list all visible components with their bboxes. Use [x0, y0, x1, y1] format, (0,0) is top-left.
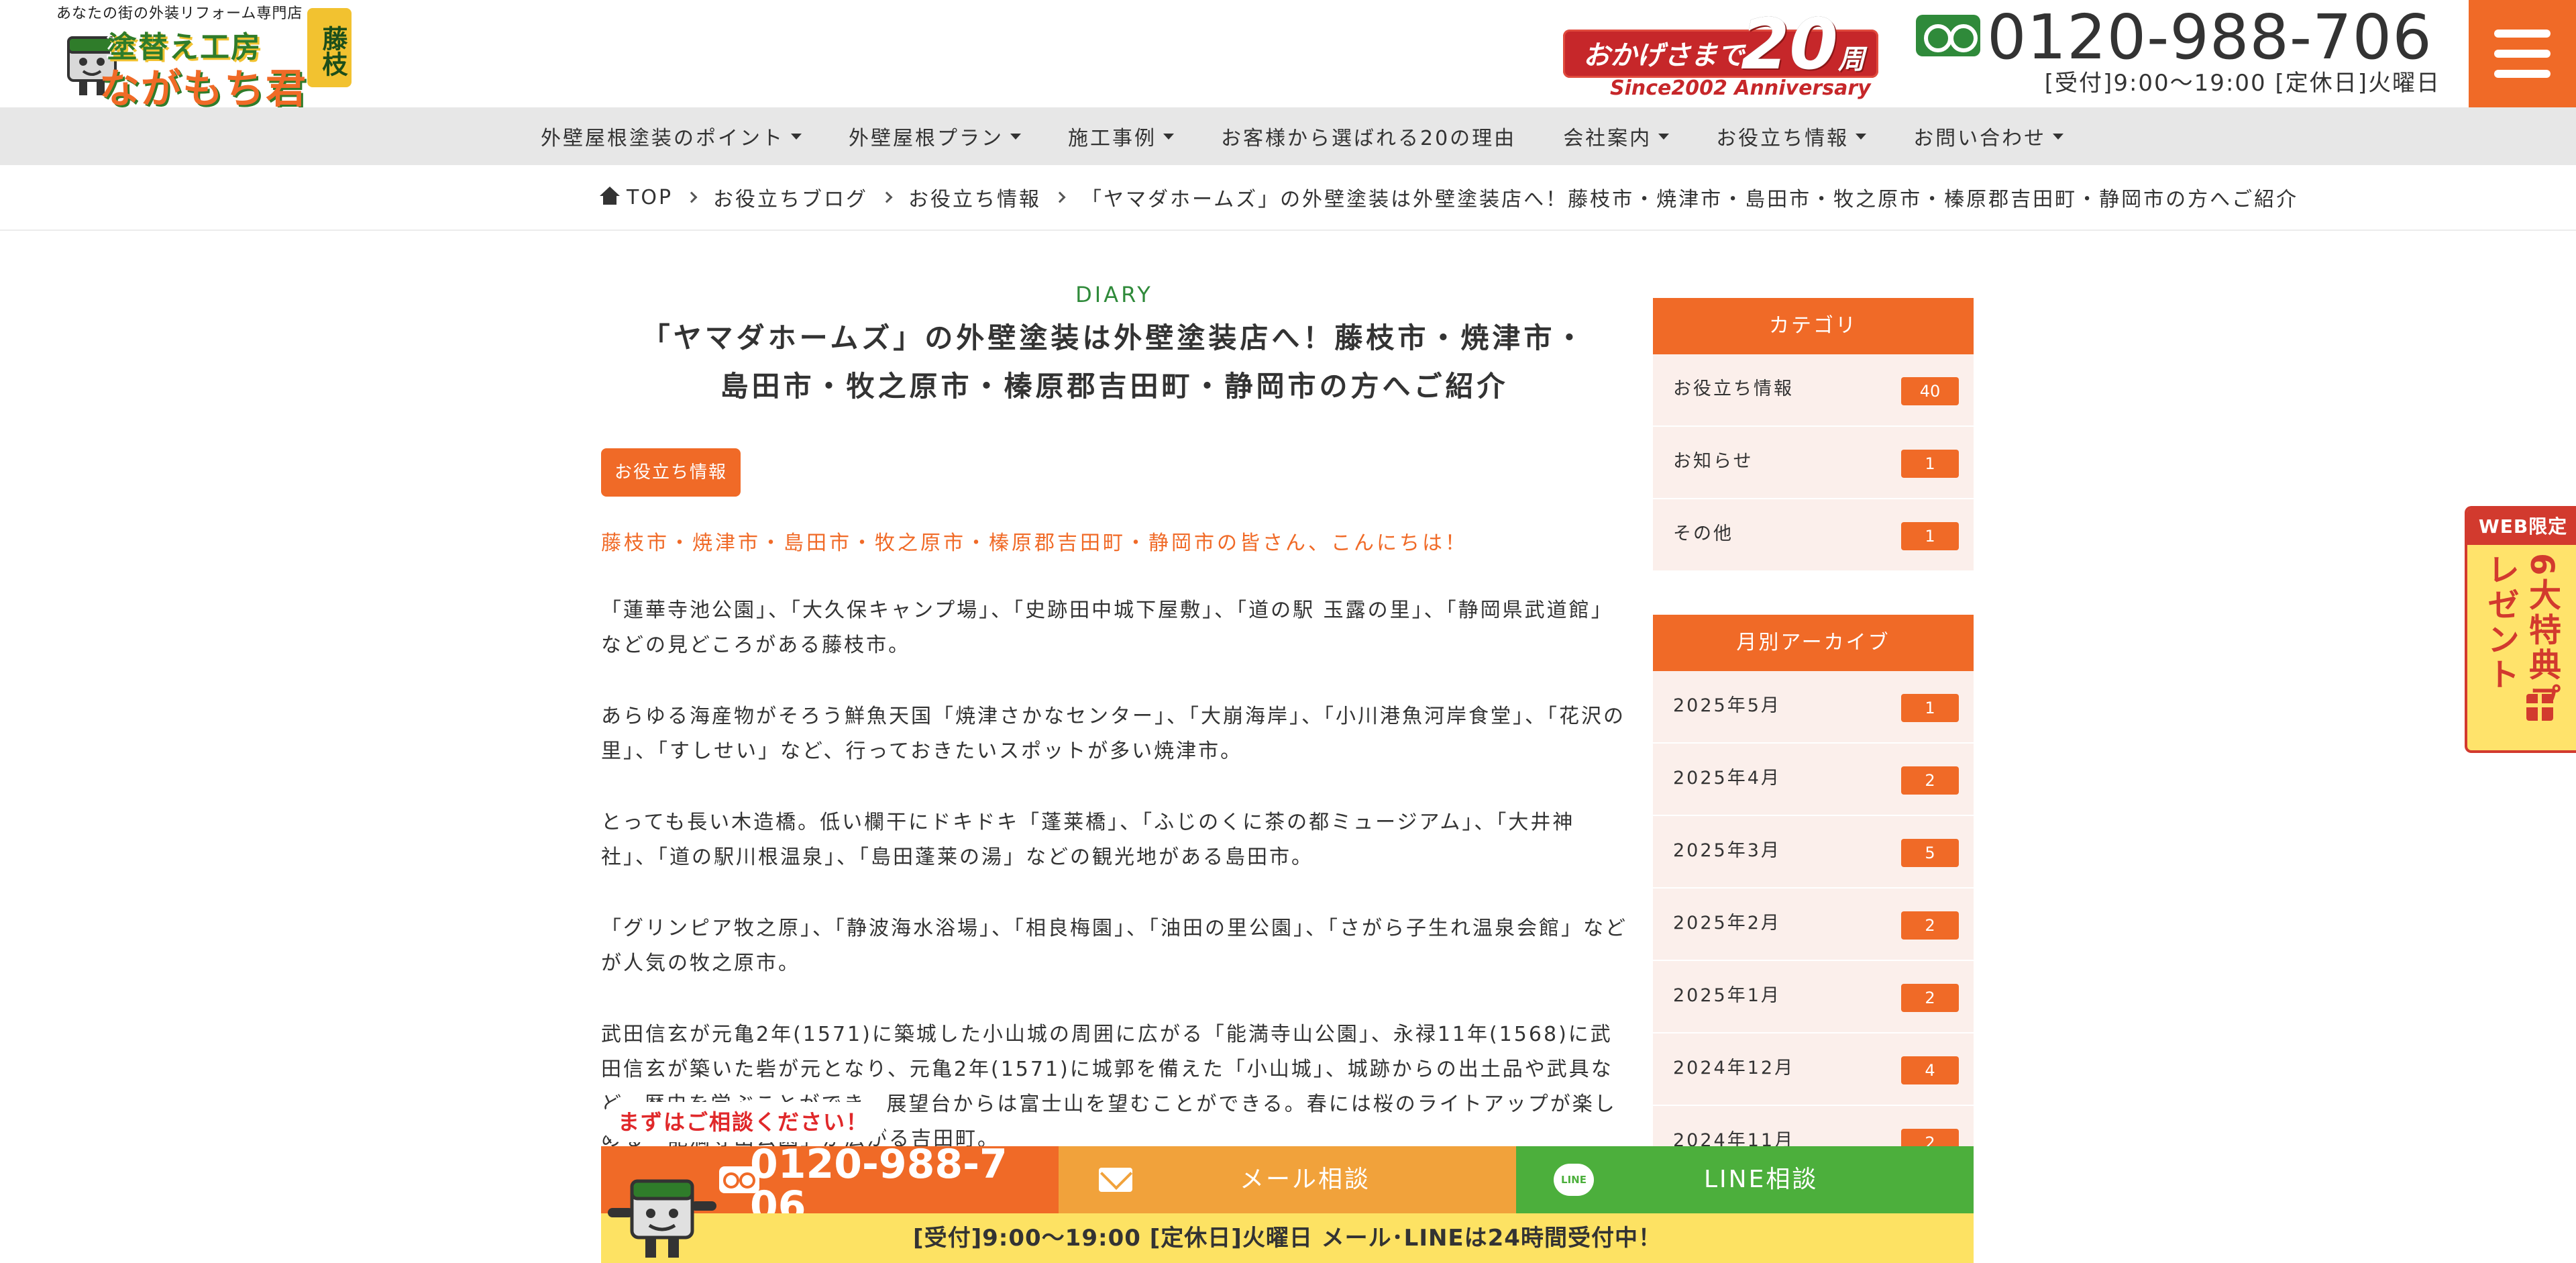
archive-item[interactable]: 2025年1月 2 [1653, 961, 1974, 1033]
chevron-right-icon [686, 191, 698, 203]
article-title-line1: 「ヤマダホームズ」の外壁塗装は外壁塗装店へ！藤枝市・焼津市・ [641, 321, 1587, 354]
archive-item[interactable]: 2025年4月 2 [1653, 744, 1974, 816]
archive-item[interactable]: 2025年2月 2 [1653, 889, 1974, 961]
breadcrumb-home[interactable]: TOP [600, 186, 673, 209]
category-item[interactable]: その他 1 [1653, 499, 1974, 572]
hamburger-icon [2494, 50, 2551, 58]
sidebar: カテゴリ お役立ち情報 40 お知らせ 1 その他 1 月別アーカイブ 2025年5月… [1653, 298, 1974, 1178]
nav-list: 外壁屋根塗装のポイント 外壁屋根プラン 施工事例 お客様から選ばれる20の理由 … [541, 107, 2110, 165]
cta-speech-bubble: まずはご相談ください！ [601, 1102, 885, 1142]
count-badge: 4 [1901, 1056, 1959, 1084]
category-list: お役立ち情報 40 お知らせ 1 その他 1 [1653, 354, 1974, 572]
bottom-cta-bar: まずはご相談ください！ 0120-988-706 メール相談 LINE LINE… [601, 1102, 1974, 1263]
article-paragraph: とっても長い木造橋。低い欄干にドキドキ「蓬莱橋」、「ふじのくに茶の都ミュージアム… [601, 811, 1575, 869]
anniversary-badge: おかげさまで 20周年 Since2002 Anniversary [1563, 9, 1878, 143]
gift-icon [2526, 694, 2553, 721]
category-item[interactable]: お知らせ 1 [1653, 427, 1974, 499]
caret-down-icon [1658, 133, 1670, 140]
nav-item-contact[interactable]: お問い合わせ [1913, 107, 2110, 165]
logo-tagline: あなたの街の外装リフォーム専門店 [56, 5, 303, 22]
nav-item-works[interactable]: 施工事例 [1068, 107, 1221, 165]
site-logo[interactable]: あなたの街の外装リフォーム専門店 塗替え工房 ながもち君 藤枝 [27, 0, 352, 113]
archive-item[interactable]: 2025年5月 1 [1653, 671, 1974, 744]
nav-item-plans[interactable]: 外壁屋根プラン [849, 107, 1068, 165]
global-nav: 外壁屋根塗装のポイント 外壁屋根プラン 施工事例 お客様から選ばれる20の理由 … [0, 107, 2576, 165]
cta-line-button[interactable]: LINE LINE相談 [1516, 1146, 1974, 1213]
hamburger-icon [2494, 70, 2551, 78]
nav-item-points[interactable]: 外壁屋根塗装のポイント [541, 107, 849, 165]
mascot-icon [608, 1179, 716, 1258]
category-item[interactable]: お役立ち情報 40 [1653, 354, 1974, 427]
article-lead: 藤枝市・焼津市・島田市・牧之原市・榛原郡吉田町・静岡市の皆さん、こんにちは！ [601, 532, 1468, 555]
count-badge: 2 [1901, 766, 1959, 795]
archive-widget: 月別アーカイブ 2025年5月 1 2025年4月 2 2025年3月 5 2025年… [1653, 615, 1974, 1178]
hamburger-icon [2494, 30, 2551, 38]
site-header: あなたの街の外装リフォーム専門店 塗替え工房 ながもち君 藤枝 おかげさまで 2… [0, 0, 2576, 143]
caret-down-icon [1010, 133, 1021, 140]
line-icon: LINE [1554, 1164, 1594, 1196]
freedial-icon [1916, 15, 1980, 56]
archive-list: 2025年5月 1 2025年4月 2 2025年3月 5 2025年2月 2 2025… [1653, 671, 1974, 1178]
count-badge: 1 [1901, 694, 1959, 722]
count-badge: 1 [1901, 522, 1959, 550]
count-badge: 40 [1901, 377, 1959, 405]
chevron-right-icon [1054, 191, 1066, 203]
nav-item-company[interactable]: 会社案内 [1563, 107, 1716, 165]
web-tab-head: WEB限定 [2467, 509, 2576, 545]
cta-business-hours: [受付]9:00〜19:00 [定休日]火曜日 メール･LINEは24時間受付中… [601, 1213, 1974, 1263]
caret-down-icon [1163, 133, 1174, 140]
category-widget: カテゴリ お役立ち情報 40 お知らせ 1 その他 1 [1653, 298, 1974, 572]
archive-widget-title: 月別アーカイブ [1653, 615, 1974, 671]
hamburger-menu-button[interactable] [2469, 0, 2576, 107]
article-paragraph: 「蓮華寺池公園」、「大久保キャンプ場」、「史跡田中城下屋敷」、「道の駅 玉露の里… [601, 599, 1613, 657]
logo-area-badge: 藤枝 [307, 8, 352, 87]
category-widget-title: カテゴリ [1653, 298, 1974, 354]
article-title-line2: 島田市・牧之原市・榛原郡吉田町・静岡市の方へご紹介 [720, 370, 1509, 403]
count-badge: 2 [1901, 911, 1959, 940]
anniversary-sub-text: Since2002 Anniversary [1610, 77, 1871, 100]
breadcrumb-item-blog[interactable]: お役立ちブログ [713, 183, 868, 212]
web-limited-present-tab[interactable]: WEB限定 6大特典プレゼント [2465, 506, 2576, 753]
cta-mail-label: メール相談 [1240, 1166, 1371, 1193]
article-category-label: DIARY [1075, 282, 1153, 307]
caret-down-icon [1856, 133, 1867, 140]
breadcrumb: TOP お役立ちブログ お役立ち情報 「ヤマダホームズ」の外壁塗装は外壁塗装店へ… [600, 165, 2298, 230]
cta-mail-button[interactable]: メール相談 [1059, 1146, 1516, 1213]
header-business-hours: [受付]9:00〜19:00 [定休日]火曜日 [2044, 70, 2440, 97]
caret-down-icon [791, 133, 802, 140]
header-phone-number[interactable]: 0120-988-706 [1987, 1, 2432, 73]
archive-item[interactable]: 2025年3月 5 [1653, 816, 1974, 889]
article-paragraph: 「グリンピア牧之原」、「静波海水浴場」、「相良梅園」、「油田の里公園」、「さがら… [601, 917, 1627, 975]
count-badge: 2 [1901, 984, 1959, 1012]
nav-item-reasons[interactable]: お客様から選ばれる20の理由 [1221, 107, 1563, 165]
chevron-right-icon [881, 191, 893, 203]
breadcrumb-item-info[interactable]: お役立ち情報 [908, 183, 1041, 212]
count-badge: 5 [1901, 839, 1959, 867]
mail-icon [1099, 1168, 1132, 1192]
home-icon [600, 186, 620, 205]
cta-line-label: LINE相談 [1704, 1166, 1819, 1193]
article-paragraph: あらゆる海産物がそろう鮮魚天国「焼津さかなセンター」、「大崩海岸」、「小川港魚河… [601, 705, 1625, 763]
archive-item[interactable]: 2024年12月 4 [1653, 1033, 1974, 1106]
anniversary-main-text: おかげさまで [1583, 40, 1744, 71]
count-badge: 1 [1901, 450, 1959, 478]
article-title: 「ヤマダホームズ」の外壁塗装は外壁塗装店へ！藤枝市・焼津市・ 島田市・牧之原市・… [601, 314, 1627, 411]
article-category-tag[interactable]: お役立ち情報 [601, 448, 741, 497]
nav-item-info[interactable]: お役立ち情報 [1716, 107, 1913, 165]
logo-line2: ながもち君 [99, 66, 307, 113]
breadcrumb-current: 「ヤマダホームズ」の外壁塗装は外壁塗装店へ！藤枝市・焼津市・島田市・牧之原市・榛… [1081, 188, 2299, 211]
caret-down-icon [2053, 133, 2064, 140]
